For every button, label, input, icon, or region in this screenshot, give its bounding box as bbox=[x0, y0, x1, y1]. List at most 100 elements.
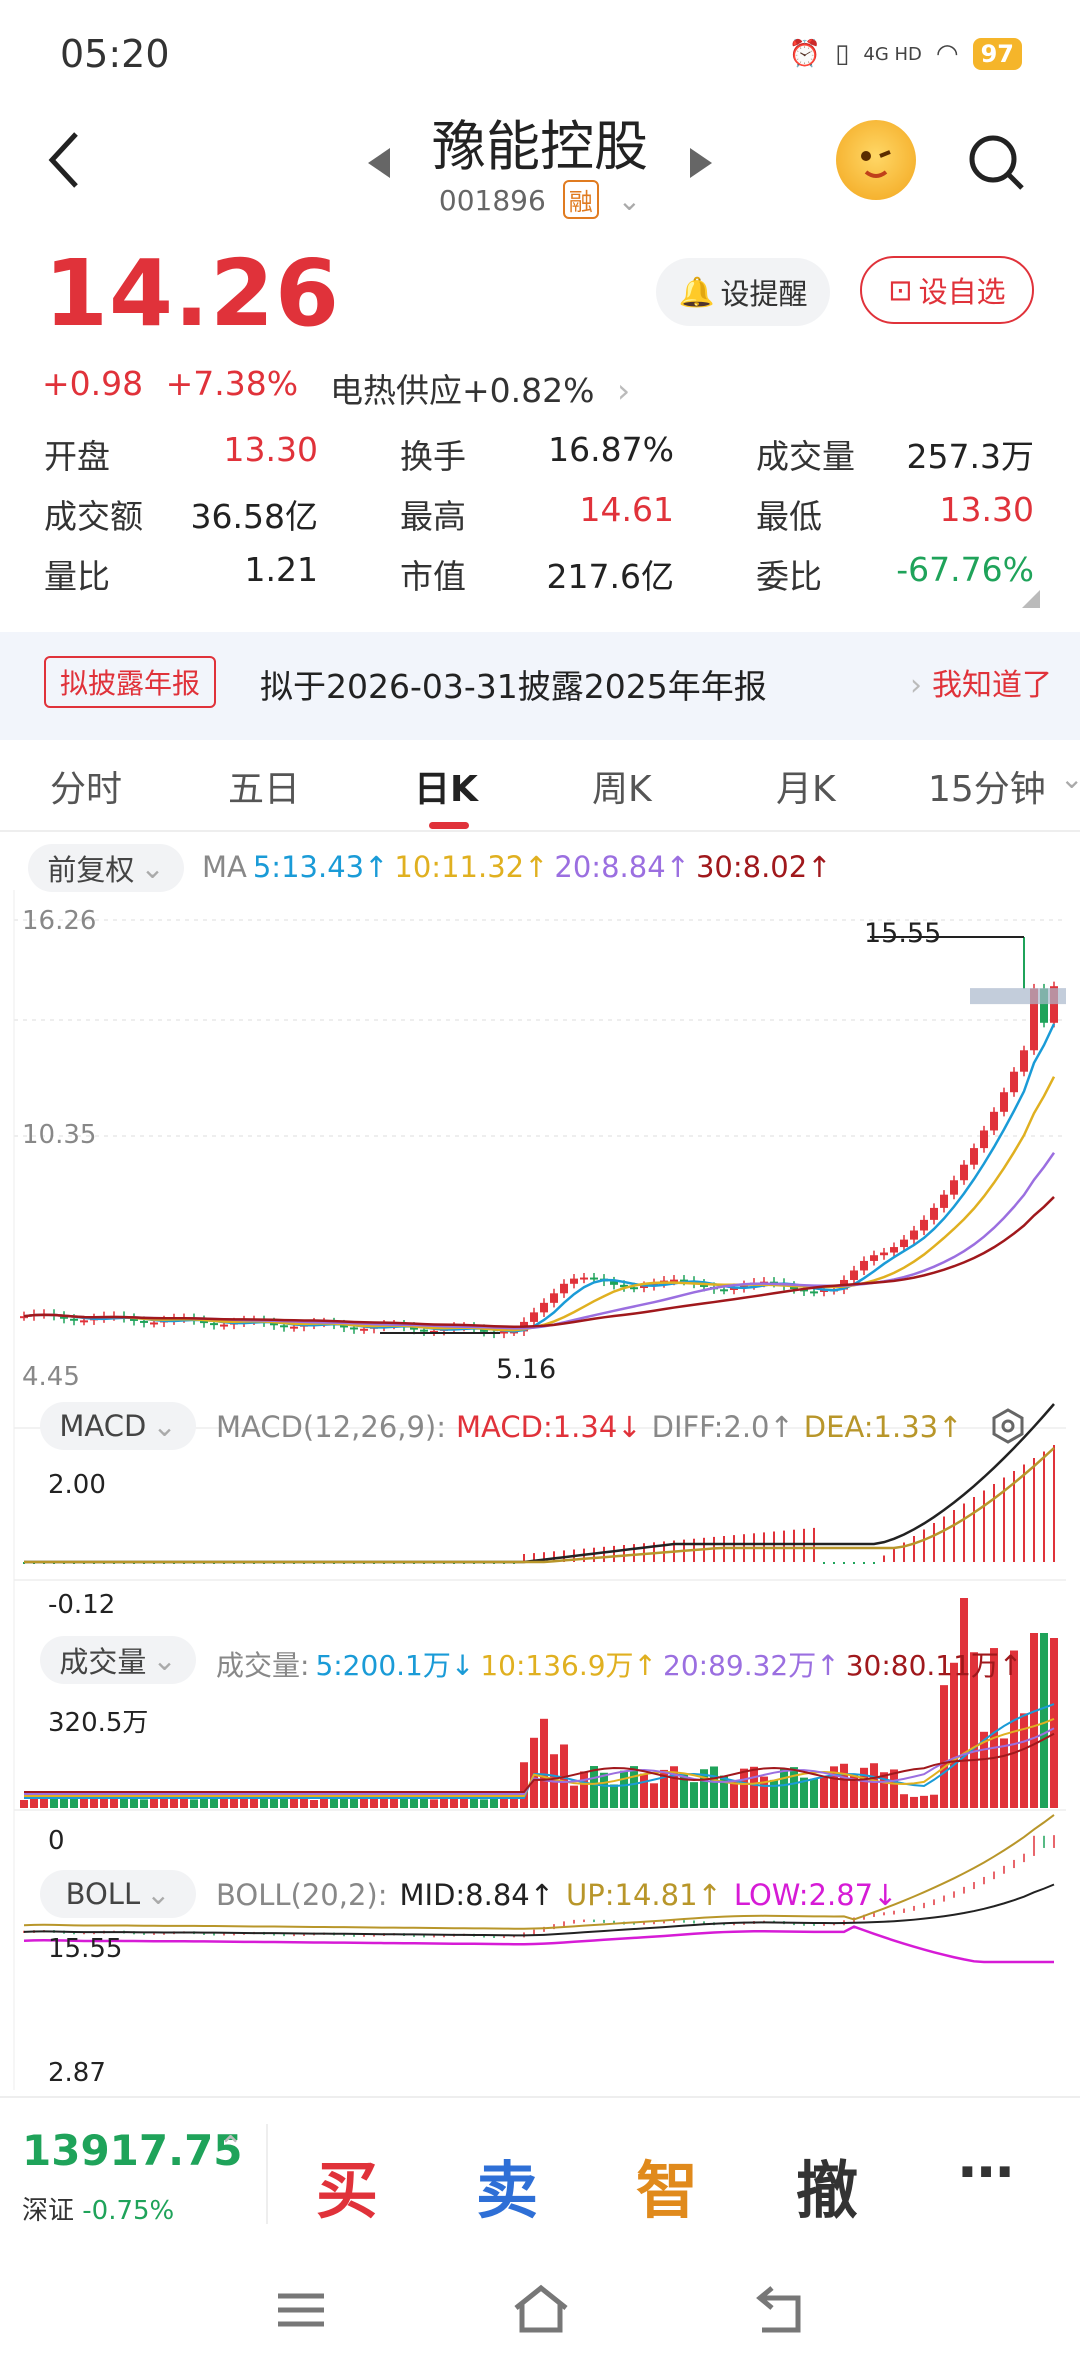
candle-body bbox=[590, 1277, 598, 1280]
chevron-down-icon: ⌄ bbox=[152, 1409, 177, 1443]
notice-badge: 拟披露年报 bbox=[44, 656, 217, 708]
tab-4[interactable]: 月K bbox=[776, 760, 836, 812]
candle-body bbox=[970, 1148, 978, 1165]
volume-bar bbox=[410, 1797, 418, 1808]
tab-active-indicator bbox=[429, 822, 469, 829]
sell-button[interactable]: 卖 bbox=[476, 2140, 538, 2230]
index-value[interactable]: 13917.75 bbox=[22, 2126, 243, 2175]
volume-bar bbox=[70, 1798, 78, 1808]
ma-legend-item: 30:80.11万↑ bbox=[845, 1649, 1023, 1682]
chevron-right-icon: › bbox=[910, 668, 922, 703]
boll-y-bottom: 2.87 bbox=[48, 2058, 106, 2088]
volume-bar bbox=[190, 1799, 198, 1808]
notice-bar[interactable]: 拟披露年报 拟于2026-03-31披露2025年年报 › 我知道了 bbox=[0, 632, 1080, 740]
set-alert-button[interactable]: 🔔 设提醒 bbox=[656, 258, 830, 326]
candle-body bbox=[930, 1207, 938, 1220]
candle-body bbox=[530, 1312, 538, 1322]
tab-1[interactable]: 五日 bbox=[228, 760, 300, 812]
add-watchlist-button[interactable]: ⊡ 设自选 bbox=[860, 256, 1034, 324]
candle-body bbox=[1000, 1092, 1008, 1112]
volume-bar bbox=[610, 1784, 618, 1808]
stat-label: 市值 bbox=[400, 557, 466, 596]
tab-3[interactable]: 周K bbox=[592, 760, 652, 812]
tab-2[interactable]: 日K bbox=[414, 760, 478, 812]
notice-text: 拟于2026-03-31披露2025年年报 bbox=[260, 667, 767, 706]
stat-label: 量比 bbox=[44, 557, 110, 596]
volume-bar bbox=[650, 1783, 658, 1808]
set-alert-label: 设提醒 bbox=[720, 277, 808, 311]
bottom-divider bbox=[0, 2096, 1080, 2098]
tab-0[interactable]: 分时 bbox=[50, 760, 122, 812]
volume-bar bbox=[1050, 1638, 1058, 1808]
sector-link[interactable]: 电热供应+0.82% › bbox=[330, 364, 630, 412]
candle-body bbox=[1020, 1050, 1028, 1072]
candle-body bbox=[990, 1111, 998, 1131]
volume-bar bbox=[360, 1798, 368, 1808]
index-pct: -0.75% bbox=[82, 2196, 175, 2226]
candle-body bbox=[900, 1239, 908, 1248]
add-watchlist-label: 设自选 bbox=[918, 275, 1006, 309]
price-marker bbox=[970, 988, 1066, 1005]
notice-dismiss-label: 我知道了 bbox=[932, 668, 1052, 703]
candle-body bbox=[560, 1283, 568, 1294]
volume-bar bbox=[90, 1798, 98, 1808]
stat-label: 最高 bbox=[400, 497, 466, 536]
volume-bar bbox=[750, 1766, 758, 1808]
kline-y-bottom: 4.45 bbox=[22, 1362, 80, 1392]
menu-icon[interactable] bbox=[276, 2290, 326, 2334]
volume-bar bbox=[260, 1798, 268, 1808]
stat-value: -67.76% bbox=[896, 550, 1034, 589]
adjust-select[interactable]: 前复权 ⌄ bbox=[28, 844, 184, 892]
stat-label: 最低 bbox=[756, 497, 822, 536]
volume-bar bbox=[770, 1779, 778, 1808]
volume-bar bbox=[20, 1800, 28, 1808]
more-button[interactable]: ⋯ bbox=[958, 2140, 1014, 2205]
macd-select[interactable]: MACD ⌄ bbox=[40, 1402, 196, 1450]
stat-value: 36.58亿 bbox=[190, 497, 318, 536]
battery-badge: 97 bbox=[972, 38, 1022, 70]
notice-dismiss[interactable]: › 我知道了 bbox=[910, 660, 1052, 704]
candle-body bbox=[210, 1323, 218, 1326]
candle-body bbox=[720, 1289, 728, 1292]
ma-legend-item: 20:89.32万↑ bbox=[663, 1649, 840, 1682]
back-nav-icon[interactable] bbox=[752, 2284, 804, 2338]
settings-icon[interactable] bbox=[990, 1408, 1026, 1448]
buy-button[interactable]: 买 bbox=[316, 2140, 378, 2230]
candle-body bbox=[1010, 1071, 1018, 1093]
kline-high-mark: 15.55 bbox=[864, 918, 942, 949]
smart-button[interactable]: 智 bbox=[636, 2140, 698, 2230]
volume-bar bbox=[310, 1799, 318, 1808]
candle-body bbox=[810, 1291, 818, 1294]
candle-body bbox=[220, 1324, 228, 1327]
volume-prefix: 成交量: bbox=[216, 1649, 310, 1682]
expand-corner-icon[interactable] bbox=[1022, 590, 1040, 612]
ma-line-5 bbox=[23, 1023, 1056, 1333]
chevron-down-icon[interactable]: ⌄ bbox=[618, 184, 641, 217]
chevron-up-icon[interactable]: ⌃ bbox=[218, 2130, 243, 2165]
change-row: +0.98 +7.38% bbox=[42, 364, 298, 403]
volume-bar bbox=[580, 1771, 588, 1808]
stat-value: 16.87% bbox=[548, 430, 674, 469]
home-icon[interactable] bbox=[512, 2284, 570, 2338]
candle-body bbox=[950, 1180, 958, 1195]
mascot-icon[interactable] bbox=[836, 120, 916, 200]
volume-ma-items: 5:200.1万↓ 10:136.9万↑ 20:89.32万↑ 30:80.11万↑ bbox=[315, 1644, 1022, 1684]
sector-pct: +0.82% bbox=[462, 371, 595, 410]
tab-divider bbox=[0, 830, 1080, 832]
stat-value: 13.30 bbox=[223, 430, 318, 469]
volume-bar bbox=[590, 1766, 598, 1808]
volume-select[interactable]: 成交量 ⌄ bbox=[40, 1636, 196, 1684]
bottom-separator bbox=[266, 2124, 268, 2224]
cancel-order-button[interactable]: 撤 bbox=[796, 2140, 858, 2230]
search-icon[interactable] bbox=[966, 132, 1026, 196]
volume-bar bbox=[570, 1785, 578, 1808]
ma-legend-item: 10:11.32↑ bbox=[394, 850, 549, 884]
volume-bar bbox=[640, 1773, 648, 1808]
candle-body bbox=[580, 1277, 588, 1280]
boll-select[interactable]: BOLL ⌄ bbox=[40, 1870, 196, 1918]
candle-body bbox=[80, 1320, 88, 1323]
tab-5[interactable]: 15分钟 bbox=[928, 760, 1046, 812]
stock-code-row: 001896 融 ⌄ bbox=[0, 180, 1080, 219]
status-icons: ⏰ ▯ 4G HD ◠ 97 bbox=[789, 38, 1022, 70]
candle-body bbox=[850, 1270, 858, 1280]
